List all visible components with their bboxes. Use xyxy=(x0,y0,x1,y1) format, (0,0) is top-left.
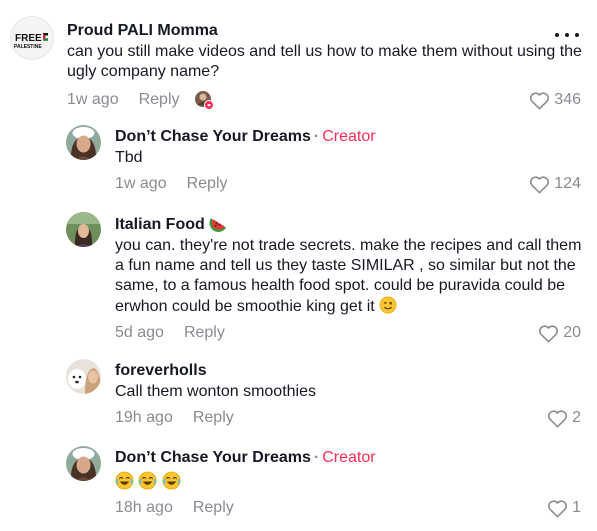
comment-body: Italian Food you can. they're not trade … xyxy=(115,212,587,344)
reply-item: Italian Food you can. they're not trade … xyxy=(0,212,597,342)
free-palestine-logo: FREE PALESTINE xyxy=(11,17,53,59)
like-count: 1 xyxy=(572,499,581,516)
heart-icon xyxy=(539,324,559,342)
avatar[interactable] xyxy=(66,212,101,247)
comment-meta: 5d ago Reply 20 xyxy=(115,322,587,344)
reply-button[interactable]: Reply xyxy=(193,409,234,427)
creator-liked-avatar xyxy=(194,90,214,110)
creator-avatar-image xyxy=(66,125,101,160)
avatar[interactable] xyxy=(66,359,101,394)
comment-username[interactable]: Don’t Chase Your Dreams · Creator xyxy=(115,448,587,468)
like-count: 124 xyxy=(554,175,581,192)
comment-body: Don’t Chase Your Dreams · Creator Tbd 1w a… xyxy=(115,125,587,195)
more-dot xyxy=(555,33,559,37)
like-button[interactable]: 1 xyxy=(547,499,581,518)
comment-time: 1w ago xyxy=(67,91,119,108)
like-button[interactable]: 20 xyxy=(538,324,581,343)
like-button[interactable]: 346 xyxy=(529,91,581,110)
creator-liked-icon xyxy=(194,91,214,110)
like-button[interactable]: 2 xyxy=(547,409,581,428)
heart-icon xyxy=(548,409,568,427)
username-text[interactable]: Don’t Chase Your Dreams xyxy=(115,128,311,145)
reply-button[interactable]: Reply xyxy=(187,175,228,193)
wink-emoji-icon xyxy=(379,296,397,314)
separator-dot: · xyxy=(313,449,320,466)
comment-meta: 1w ago Reply 346 xyxy=(67,89,587,111)
more-options-button[interactable] xyxy=(555,28,579,42)
heart-icon xyxy=(530,175,550,193)
comment-text xyxy=(115,471,587,493)
avatar[interactable] xyxy=(66,125,101,160)
more-dot xyxy=(565,33,569,37)
comment-meta: 19h ago Reply 2 xyxy=(115,407,587,429)
like-count: 2 xyxy=(572,409,581,426)
foreverholls-avatar-image xyxy=(66,359,101,394)
reply-button[interactable]: Reply xyxy=(193,499,234,517)
comment-text: Tbd xyxy=(115,149,143,166)
reply-item: Don’t Chase Your Dreams · Creator Tbd 1w a… xyxy=(0,125,597,195)
comment-body: Don’t Chase Your Dreams · Creator 18h ag… xyxy=(115,446,587,519)
watermelon-emoji-icon xyxy=(209,218,227,232)
heart-icon xyxy=(548,499,568,517)
avatar-text-line1: FREE xyxy=(15,33,42,44)
comment-text: can you still make videos and tell us ho… xyxy=(67,43,582,80)
comment-time: 1w ago xyxy=(115,175,167,192)
comment-username[interactable]: Italian Food xyxy=(115,214,587,235)
creator-badge: Creator xyxy=(322,449,376,466)
comment-username[interactable]: Proud PALI Momma xyxy=(67,21,587,41)
like-button[interactable]: 124 xyxy=(529,175,581,194)
avatar-text-line2: PALESTINE xyxy=(14,44,42,50)
username-text[interactable]: Don’t Chase Your Dreams xyxy=(115,449,311,466)
italian-food-avatar-image xyxy=(66,212,101,247)
heart-icon xyxy=(530,91,550,109)
comment-item: FREE PALESTINE Proud PALI Momma can you … xyxy=(0,16,597,111)
laughing-emoji-icon xyxy=(115,471,134,490)
separator-dot: · xyxy=(313,128,320,145)
laughing-emoji-icon xyxy=(162,471,181,490)
reply-item: foreverholls Call them wonton smoothies … xyxy=(0,359,597,429)
like-count: 346 xyxy=(554,91,581,108)
comment-text-content: you can. they're not trade secrets. make… xyxy=(115,237,582,315)
comment-text: you can. they're not trade secrets. make… xyxy=(115,236,587,317)
comment-text: Call them wonton smoothies xyxy=(115,383,316,400)
comment-body: foreverholls Call them wonton smoothies … xyxy=(115,359,587,429)
creator-badge: Creator xyxy=(322,128,376,145)
reply-button[interactable]: Reply xyxy=(184,324,225,342)
creator-avatar-image xyxy=(66,446,101,481)
username-text[interactable]: Italian Food xyxy=(115,216,205,233)
comment-time: 5d ago xyxy=(115,324,164,341)
comment-body: Proud PALI Momma can you still make vide… xyxy=(67,16,587,111)
avatar[interactable] xyxy=(66,446,101,481)
avatar[interactable]: FREE PALESTINE xyxy=(10,16,54,60)
reply-button[interactable]: Reply xyxy=(139,91,180,109)
comment-meta: 1w ago Reply 124 xyxy=(115,173,587,195)
reply-item: Don’t Chase Your Dreams · Creator 18h ag… xyxy=(0,446,597,521)
comment-time: 18h ago xyxy=(115,499,173,516)
laughing-emoji-icon xyxy=(139,471,157,490)
comment-username[interactable]: Don’t Chase Your Dreams · Creator xyxy=(115,127,587,147)
like-count: 20 xyxy=(563,324,581,341)
comment-meta: 18h ago Reply 1 xyxy=(115,497,587,519)
more-dot xyxy=(575,33,579,37)
comment-username[interactable]: foreverholls xyxy=(115,361,587,381)
comment-time: 19h ago xyxy=(115,409,173,426)
